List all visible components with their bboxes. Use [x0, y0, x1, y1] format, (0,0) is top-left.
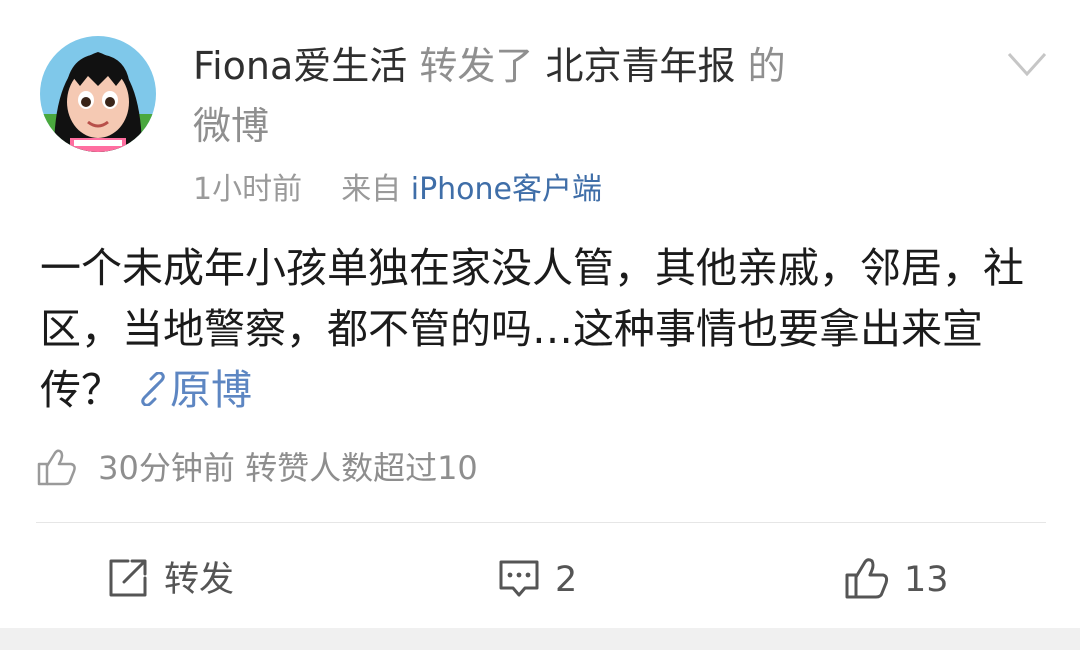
divider — [36, 522, 1046, 523]
post-meta: 1小时前 来自 iPhone客户端 — [193, 168, 602, 212]
from-label: 来自 — [341, 172, 402, 207]
client-source[interactable]: iPhone客户端 — [411, 172, 602, 207]
like-button[interactable]: 13 — [844, 552, 949, 608]
repost-icon — [109, 559, 147, 597]
post-body: 一个未成年小孩单独在家没人管，其他亲戚，邻居，社区，当地警察，都不管的吗…这种事… — [40, 238, 1050, 423]
of-text: 的 — [747, 44, 786, 88]
like-count: 13 — [904, 560, 949, 600]
source-account[interactable]: 北京青年报 — [545, 44, 735, 88]
original-post-link[interactable]: 原博 — [122, 366, 252, 414]
post-header: Fiona爱生活 转发了 北京青年报 的 — [193, 40, 786, 92]
repost-action-text: 转发了 — [419, 44, 534, 88]
post-time: 1小时前 — [193, 172, 303, 207]
thumbs-up-icon — [37, 449, 76, 486]
author-avatar[interactable] — [40, 36, 156, 152]
comment-button[interactable]: 2 — [497, 552, 577, 608]
author-name[interactable]: Fiona爱生活 — [193, 44, 407, 88]
repost-label: 转发 — [164, 560, 235, 600]
forward-info: 30分钟前 转赞人数超过10 — [36, 440, 478, 496]
thumbs-up-icon — [845, 558, 889, 599]
forward-info-text: 30分钟前 转赞人数超过10 — [98, 449, 478, 487]
link-icon — [136, 362, 170, 423]
chevron-down-icon[interactable] — [1004, 44, 1050, 84]
repost-button[interactable]: 转发 — [106, 552, 234, 608]
comment-icon — [499, 560, 539, 597]
weibo-text: 微博 — [193, 104, 270, 148]
comment-count: 2 — [555, 560, 578, 600]
original-post-label[interactable]: 原博 — [170, 366, 252, 414]
bottom-separator — [0, 628, 1080, 650]
